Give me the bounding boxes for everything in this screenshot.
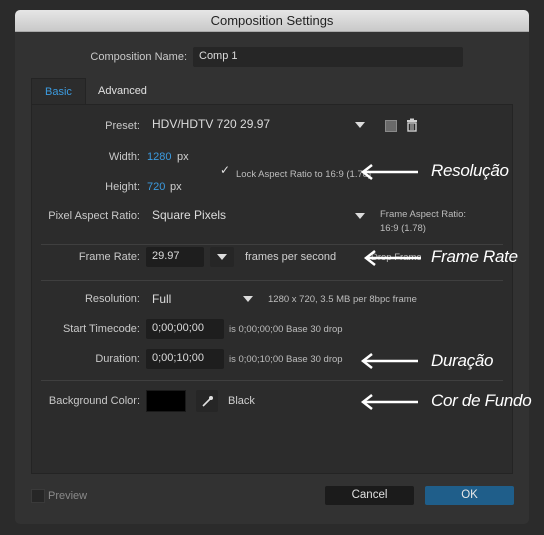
duration-info: is 0;00;10;00 Base 30 drop (229, 354, 343, 365)
resolution-dropdown[interactable]: Full (146, 289, 258, 309)
start-timecode-input[interactable]: 0;00;00;00 (146, 319, 224, 339)
cancel-button[interactable]: Cancel (325, 486, 414, 505)
window-title: Composition Settings (210, 13, 334, 28)
background-color-name: Black (228, 395, 255, 407)
resolution-info: 1280 x 720, 3.5 MB per 8bpc frame (268, 294, 417, 305)
annotation-resolucao: Resolução (431, 161, 509, 180)
preset-label: Preset: (105, 120, 140, 132)
tab-bar: Basic Advanced (31, 78, 513, 104)
cor-de-fundo-arrow-icon (360, 394, 418, 410)
start-timecode-info: is 0;00;00;00 Base 30 drop (229, 324, 343, 335)
preset-dropdown[interactable]: HDV/HDTV 720 29.97 (146, 114, 370, 136)
divider (41, 244, 503, 245)
eyedropper-icon[interactable] (196, 390, 218, 412)
tab-basic-label: Basic (45, 86, 72, 98)
annotation-cor-de-fundo: Cor de Fundo (431, 391, 532, 410)
tab-advanced[interactable]: Advanced (89, 78, 169, 104)
width-label: Width: (108, 151, 140, 163)
frame-rate-label: Frame Rate: (78, 251, 140, 263)
lock-aspect-label: Lock Aspect Ratio to 16:9 (1.78) (236, 169, 372, 180)
frame-rate-dropdown[interactable] (210, 247, 234, 267)
height-label: Height: (105, 181, 140, 193)
pixel-aspect-chevron-down-icon (355, 213, 365, 219)
width-value[interactable]: 1280 (147, 151, 171, 163)
duracao-arrow-icon (360, 353, 418, 369)
background-color-swatch[interactable] (146, 390, 186, 412)
resolution-chevron-down-icon (243, 296, 253, 302)
save-preset-icon[interactable] (385, 120, 397, 132)
composition-name-input[interactable]: Comp 1 (193, 47, 463, 67)
checkmark-icon: ✓ (220, 163, 231, 177)
frame-rate-unit: frames per second (245, 251, 337, 263)
resolution-value: Full (152, 292, 172, 306)
preview-label: Preview (48, 490, 88, 502)
height-unit: px (170, 181, 182, 193)
width-unit: px (177, 151, 189, 163)
frame-rate-arrow-icon (363, 250, 421, 266)
pixel-aspect-dropdown[interactable]: Square Pixels (146, 205, 370, 226)
resolution-label: Resolution: (84, 293, 140, 305)
divider (41, 380, 503, 381)
duration-label: Duration: (95, 353, 140, 365)
frame-rate-chevron-down-icon (217, 254, 227, 260)
tab-basic[interactable]: Basic (31, 78, 86, 104)
duration-input[interactable]: 0;00;10;00 (146, 349, 224, 369)
annotation-duracao: Duração (431, 351, 494, 370)
pixel-aspect-value: Square Pixels (152, 208, 227, 222)
frame-aspect-value: 16:9 (1.78) (380, 223, 426, 234)
frame-rate-input[interactable]: 29.97 (146, 247, 204, 267)
height-value[interactable]: 720 (147, 181, 165, 193)
annotation-frame-rate: Frame Rate (431, 247, 518, 266)
composition-name-label: Composition Name: (90, 51, 187, 63)
resolucao-arrow-icon (360, 164, 418, 180)
title-bar: Composition Settings (15, 10, 529, 32)
preset-chevron-down-icon (355, 122, 365, 128)
divider (41, 280, 503, 281)
lock-aspect-checkbox[interactable]: ✓ (219, 163, 232, 177)
ok-button[interactable]: OK (425, 486, 514, 505)
preset-value: HDV/HDTV 720 29.97 (152, 117, 271, 131)
background-color-label: Background Color: (48, 395, 140, 407)
start-timecode-label: Start Timecode: (62, 323, 140, 335)
composition-settings-dialog: Composition Settings Composition Name: C… (15, 10, 529, 524)
pixel-aspect-label: Pixel Aspect Ratio: (48, 210, 140, 222)
preview-checkbox[interactable] (31, 489, 45, 503)
frame-aspect-label: Frame Aspect Ratio: (380, 209, 467, 220)
delete-preset-trash-icon[interactable] (405, 118, 419, 132)
tab-advanced-label: Advanced (98, 85, 147, 97)
